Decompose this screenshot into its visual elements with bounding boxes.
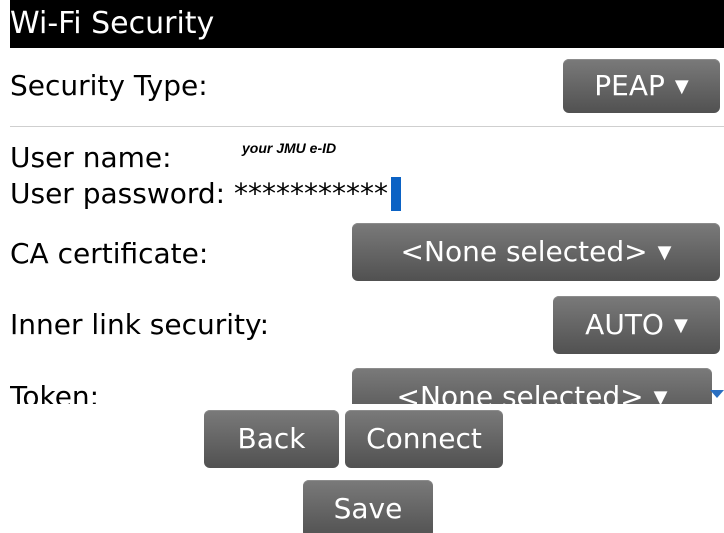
inner-link-security-value: AUTO (585, 308, 664, 341)
ca-certificate-label: CA certificate: (10, 237, 209, 270)
user-password-field[interactable]: *********** (234, 177, 388, 210)
ca-certificate-value: <None selected> (400, 235, 648, 268)
user-password-row: User password: *********** (10, 177, 401, 211)
ca-certificate-dropdown[interactable]: <None selected> ▼ (352, 223, 720, 281)
back-button[interactable]: Back (204, 410, 339, 468)
security-type-label: Security Type: (10, 69, 208, 102)
token-value: <None selected> (396, 380, 644, 404)
page-title: Wi-Fi Security (10, 6, 215, 41)
text-cursor (391, 177, 401, 211)
chevron-down-icon: ▼ (657, 242, 672, 263)
settings-panel: Security Type: PEAP ▼ User name: your JMU… (10, 48, 724, 533)
scroll-down-icon[interactable] (710, 390, 724, 398)
divider (10, 126, 724, 127)
token-dropdown[interactable]: <None selected> ▼ (352, 368, 712, 404)
token-row: Token: <None selected> ▼ (10, 368, 724, 404)
token-label: Token: (10, 380, 100, 404)
connect-button[interactable]: Connect (345, 410, 503, 468)
user-password-label: User password: (10, 177, 226, 210)
title-bar: Wi-Fi Security (10, 0, 724, 48)
save-button[interactable]: Save (303, 480, 433, 533)
security-type-dropdown[interactable]: PEAP ▼ (563, 59, 720, 113)
inner-link-security-label: Inner link security: (10, 308, 269, 341)
user-name-hint: your JMU e-ID (242, 140, 337, 156)
user-name-label: User name: (10, 141, 172, 174)
inner-link-security-dropdown[interactable]: AUTO ▼ (553, 296, 720, 354)
security-type-value: PEAP (594, 69, 665, 102)
chevron-down-icon: ▼ (673, 315, 688, 336)
chevron-down-icon: ▼ (674, 76, 689, 97)
chevron-down-icon: ▼ (653, 387, 668, 404)
